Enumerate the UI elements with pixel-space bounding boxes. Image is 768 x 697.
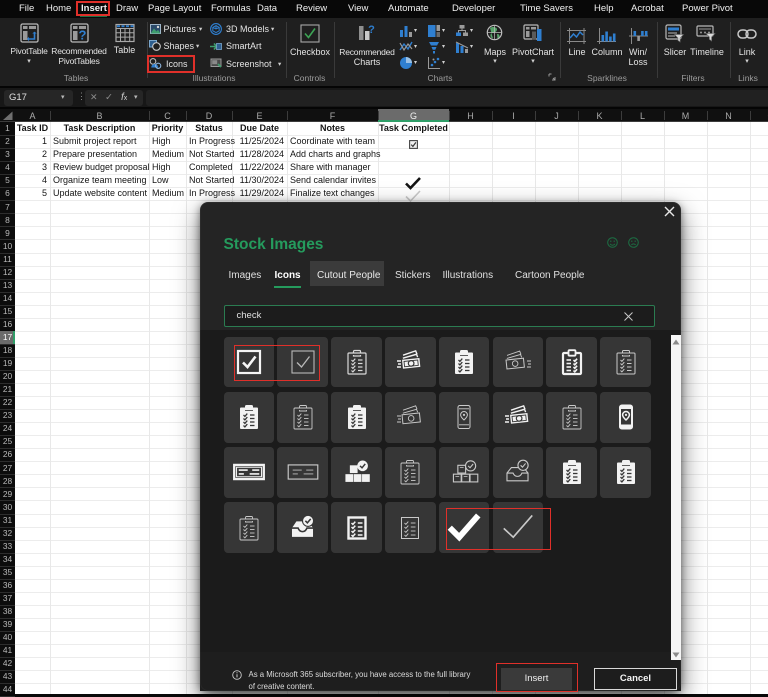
svg-text:?: ? <box>79 28 87 43</box>
svg-text:?: ? <box>368 24 375 36</box>
